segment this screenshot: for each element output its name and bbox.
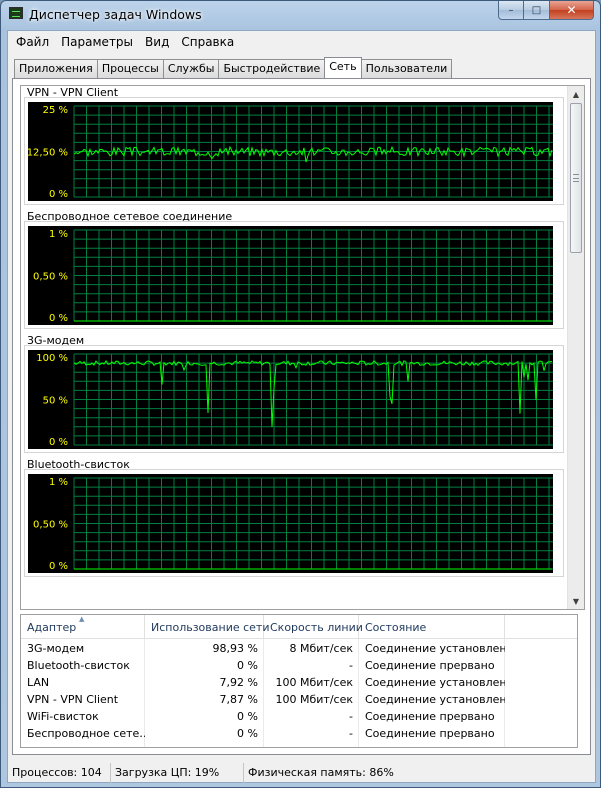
graph-scale-label: 1 %: [49, 477, 68, 488]
graph-chart-bluetooth: 1 % 0,50 % 0 %: [28, 474, 553, 573]
graph-scale-label: 1 %: [49, 229, 68, 240]
caption-buttons: – □ ✕: [498, 1, 594, 20]
graph-chart-wireless: 1 % 0,50 % 0 %: [28, 226, 553, 325]
graph-frame-bluetooth: 1 % 0,50 % 0 %: [24, 469, 564, 577]
graph-scale-label: 0 %: [49, 437, 68, 448]
table-row[interactable]: Bluetooth-свисток 0 % - Соединение прерв…: [21, 658, 577, 675]
cell-link-speed: 8 Мбит/сек: [289, 642, 354, 655]
task-manager-icon: [9, 7, 23, 19]
menu-bar: Файл Параметры Вид Справка: [8, 31, 595, 53]
graph-chart-3g-modem: 100 % 50 % 0 %: [28, 350, 553, 449]
cell-adapter: Беспроводное сете…: [27, 727, 145, 740]
scroll-up-icon[interactable]: ▲: [568, 86, 584, 102]
tab-performance[interactable]: Быстродействие: [218, 59, 326, 78]
cell-adapter: 3G-модем: [27, 642, 85, 655]
tab-applications[interactable]: Приложения: [14, 59, 98, 78]
tab-networking[interactable]: Сеть: [324, 57, 362, 78]
sort-ascending-icon: ▲: [79, 615, 85, 623]
task-manager-window: Диспетчер задач Windows – □ ✕ Файл Парам…: [0, 0, 601, 788]
graph-scale-label: 0 %: [49, 313, 68, 324]
graph-chart-vpn: 25 % 12,50 % 0 %: [28, 102, 553, 201]
column-header-link-speed-label: Скорость линии: [270, 621, 363, 634]
cell-adapter: WiFi-свисток: [27, 710, 99, 723]
graph-scale-label: 25 %: [43, 105, 68, 116]
cell-state: Соединение прервано: [365, 659, 495, 672]
tab-processes[interactable]: Процессы: [96, 59, 164, 78]
graph-scale-label: 0 %: [49, 561, 68, 572]
cell-link-speed: -: [349, 659, 353, 672]
cell-state: Соединение установлено: [365, 642, 505, 655]
client-area: Файл Параметры Вид Справка Приложения Пр…: [7, 30, 596, 783]
column-header-state-label: Состояние: [365, 621, 427, 634]
minimize-button[interactable]: –: [498, 1, 524, 20]
cell-utilization: 7,87 %: [219, 693, 258, 706]
graphs-scrollbar[interactable]: ▲ ▼: [567, 86, 584, 609]
grip-icon: [573, 174, 579, 182]
column-header-link-speed[interactable]: Скорость линии: [264, 615, 363, 639]
column-header-state[interactable]: Состояние: [359, 615, 505, 639]
cell-utilization: 7,92 %: [219, 676, 258, 689]
table-row[interactable]: Беспроводное сете… 0 % - Соединение прер…: [21, 726, 577, 743]
window-title: Диспетчер задач Windows: [29, 7, 202, 22]
menu-file[interactable]: Файл: [10, 31, 55, 53]
title-bar[interactable]: Диспетчер задач Windows – □ ✕: [1, 1, 600, 29]
column-header-utilization-label: Использование сети: [151, 621, 270, 634]
maximize-button[interactable]: □: [524, 1, 550, 20]
cell-utilization: 0 %: [237, 727, 258, 740]
cell-state: Соединение установлено: [365, 676, 505, 689]
cell-link-speed: -: [349, 727, 353, 740]
cell-link-speed: 100 Мбит/сек: [275, 693, 354, 706]
menu-view[interactable]: Вид: [139, 31, 175, 53]
graph-scale-label: 12,50 %: [28, 148, 68, 159]
status-bar: Процессов: 104 Загрузка ЦП: 19% Физическ…: [8, 762, 595, 784]
tab-services[interactable]: Службы: [162, 59, 220, 78]
tab-users[interactable]: Пользователи: [360, 59, 453, 78]
graphs-area: VPN - VPN Client 25 % 12,50 % 0 % Беспрово…: [20, 85, 585, 610]
column-header-utilization[interactable]: Использование сети: [145, 615, 270, 639]
column-header-empty: [505, 615, 577, 639]
networking-panel: VPN - VPN Client 25 % 12,50 % 0 % Беспрово…: [12, 78, 591, 755]
cell-state: Соединение установлено: [365, 693, 505, 706]
scroll-thumb[interactable]: [570, 103, 582, 253]
status-physical-memory: Физическая память: 86%: [248, 766, 394, 779]
graph-scale-label: 0 %: [49, 189, 68, 200]
status-processes: Процессов: 104: [8, 763, 111, 783]
cell-adapter: VPN - VPN Client: [27, 693, 119, 706]
column-header-adapter[interactable]: ▲ Адаптер: [21, 615, 145, 639]
cell-link-speed: -: [349, 710, 353, 723]
graph-frame-wireless: 1 % 0,50 % 0 %: [24, 221, 564, 329]
adapter-table: ▲ Адаптер Использование сети Скорость ли…: [20, 614, 578, 748]
cell-utilization: 0 %: [237, 659, 258, 672]
graph-scale-label: 100 %: [36, 353, 68, 364]
table-row[interactable]: WiFi-свисток 0 % - Соединение прервано: [21, 709, 577, 726]
table-row[interactable]: LAN 7,92 % 100 Мбит/сек Соединение устан…: [21, 675, 577, 692]
graph-frame-3g-modem: 100 % 50 % 0 %: [24, 345, 564, 453]
menu-options[interactable]: Параметры: [55, 31, 139, 53]
cell-link-speed: 100 Мбит/сек: [275, 676, 354, 689]
table-body: 3G-модем 98,93 % 8 Мбит/сек Соединение у…: [21, 641, 577, 743]
menu-help[interactable]: Справка: [175, 31, 240, 53]
cell-state: Соединение прервано: [365, 710, 495, 723]
table-header: ▲ Адаптер Использование сети Скорость ли…: [21, 615, 577, 639]
graph-scale-label: 50 %: [43, 396, 68, 407]
cell-adapter: LAN: [27, 676, 50, 689]
table-row[interactable]: VPN - VPN Client 7,87 % 100 Мбит/сек Сое…: [21, 692, 577, 709]
graph-frame-vpn: 25 % 12,50 % 0 %: [24, 97, 564, 205]
graph-scale-label: 0,50 %: [33, 272, 68, 283]
cell-utilization: 98,93 %: [212, 642, 258, 655]
scroll-down-icon[interactable]: ▼: [568, 593, 584, 609]
status-cpu-usage: Загрузка ЦП: 19%: [111, 763, 244, 783]
column-header-adapter-label: Адаптер: [27, 621, 77, 634]
cell-adapter: Bluetooth-свисток: [27, 659, 130, 672]
tab-strip: Приложения Процессы Службы Быстродействи…: [14, 57, 453, 78]
cell-utilization: 0 %: [237, 710, 258, 723]
table-row[interactable]: 3G-модем 98,93 % 8 Мбит/сек Соединение у…: [21, 641, 577, 658]
cell-state: Соединение прервано: [365, 727, 495, 740]
close-button[interactable]: ✕: [550, 1, 594, 20]
graph-scale-label: 0,50 %: [33, 520, 68, 531]
